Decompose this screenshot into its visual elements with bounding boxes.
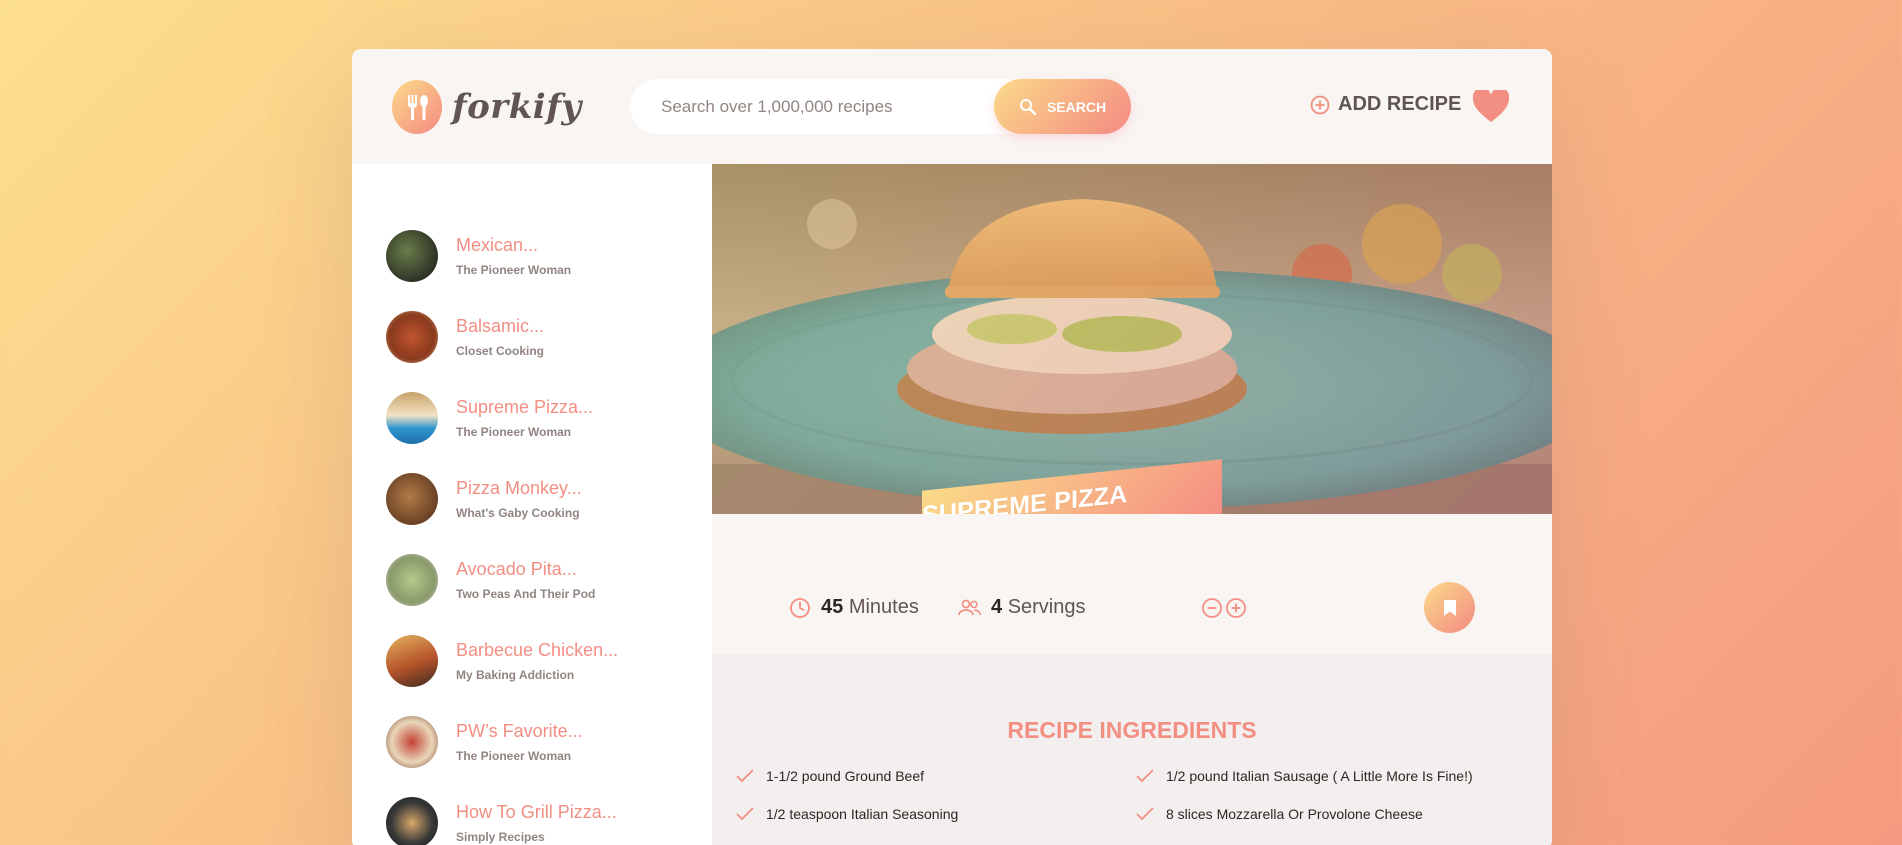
result-publisher: The Pioneer Woman	[456, 424, 572, 439]
result-title: Avocado Pita...	[456, 558, 577, 579]
add-recipe-button[interactable]: Add recipe	[1310, 93, 1461, 116]
servings-controls	[1201, 597, 1247, 619]
result-publisher: Closet Cooking	[456, 343, 545, 358]
result-thumbnail	[386, 472, 438, 525]
result-publisher: The Pioneer Woman	[456, 262, 572, 277]
result-item[interactable]: Mexican... The Pioneer Woman	[352, 215, 712, 296]
result-thumbnail	[386, 796, 438, 845]
result-item[interactable]: Avocado Pita... Two Peas And Their Pod	[352, 539, 712, 620]
result-title: How To Grill Pizza...	[456, 801, 617, 822]
check-icon	[1136, 807, 1154, 821]
result-thumbnail	[386, 229, 438, 282]
result-title: Supreme Pizza...	[456, 396, 594, 417]
result-thumbnail	[386, 715, 438, 768]
result-thumbnail	[386, 310, 438, 363]
plus-circle-icon[interactable]	[1225, 597, 1247, 619]
result-thumbnail	[386, 553, 438, 606]
bookmarks-heart-icon[interactable]	[1472, 87, 1510, 128]
result-item[interactable]: Pizza Monkey... What's Gaby Cooking	[352, 458, 712, 539]
users-icon	[958, 599, 981, 615]
recipe-details: 45 Minutes 4 Servings	[712, 514, 1552, 654]
result-publisher: The Pioneer Woman	[456, 748, 572, 763]
result-publisher: Simply Recipes	[456, 829, 545, 844]
servings-value: 4	[991, 596, 1003, 618]
ingredient-text: 1-1/2 pound Ground Beef	[766, 768, 925, 784]
search-form: Search	[630, 79, 1131, 134]
bookmark-icon	[1443, 599, 1456, 616]
result-publisher: My Baking Addiction	[456, 667, 575, 682]
ingredient-item: 8 slices Mozzarella Or Provolone Cheese	[1136, 806, 1526, 822]
result-title: Barbecue Chicken...	[456, 639, 619, 660]
recipe-servings: 4 Servings	[957, 596, 1086, 619]
check-icon	[736, 769, 754, 783]
result-publisher: What's Gaby Cooking	[456, 505, 580, 520]
ingredient-item: 1/2 pound Italian Sausage ( A Little Mor…	[1136, 768, 1526, 784]
servings-label: Servings	[1007, 596, 1086, 618]
check-icon	[736, 807, 754, 821]
recipe-figure: Supreme Pizza Burgers	[712, 164, 1552, 514]
bookmark-button[interactable]	[1424, 582, 1475, 633]
plus-circle-icon	[1310, 95, 1330, 114]
search-button-label: Search	[1046, 98, 1107, 115]
result-item[interactable]: Supreme Pizza... The Pioneer Woman	[352, 377, 712, 458]
result-title: PW’s Favorite...	[456, 720, 583, 741]
header: forkify Search Add recipe	[352, 49, 1552, 164]
recipe-ingredients: Recipe ingredients 1-1/2 pound Ground Be…	[712, 654, 1552, 845]
result-item[interactable]: Barbecue Chicken... My Baking Addiction	[352, 620, 712, 701]
result-thumbnail	[386, 391, 438, 444]
app-container: forkify Search Add recipe	[352, 49, 1552, 845]
result-title: Balsamic...	[456, 315, 545, 336]
logo-text: forkify	[452, 87, 582, 127]
check-icon	[1136, 769, 1154, 783]
search-button[interactable]: Search	[994, 79, 1131, 134]
add-recipe-label: Add recipe	[1338, 93, 1462, 115]
minus-circle-icon[interactable]	[1201, 597, 1223, 619]
recipe-time: 45 Minutes	[789, 596, 919, 619]
result-item[interactable]: PW’s Favorite... The Pioneer Woman	[352, 701, 712, 782]
logo[interactable]: forkify	[392, 80, 582, 134]
recipe-view: Supreme Pizza Burgers 45 Minutes 4 Servi…	[712, 164, 1552, 845]
result-item[interactable]: How To Grill Pizza... Simply Recipes	[352, 782, 712, 845]
ingredients-heading: Recipe ingredients	[1007, 717, 1257, 743]
ingredient-item: 1-1/2 pound Ground Beef	[736, 768, 1126, 784]
result-publisher: Two Peas And Their Pod	[456, 586, 596, 601]
photo-overlay	[712, 164, 1552, 514]
search-results: Mexican... The Pioneer Woman Balsamic...…	[352, 164, 712, 845]
minutes-label: Minutes	[848, 596, 919, 618]
minutes-value: 45	[821, 596, 844, 618]
search-icon	[1019, 98, 1037, 115]
result-item[interactable]: Balsamic... Closet Cooking	[352, 296, 712, 377]
fork-spoon-icon	[392, 80, 442, 134]
search-input[interactable]	[661, 96, 991, 117]
result-title: Mexican...	[456, 234, 539, 255]
ingredient-text: 1/2 teaspoon Italian Seasoning	[766, 806, 959, 822]
ingredient-text: 1/2 pound Italian Sausage ( A Little Mor…	[1166, 768, 1473, 784]
ingredient-item: 1/2 teaspoon Italian Seasoning	[736, 806, 1126, 822]
clock-icon	[790, 597, 810, 618]
result-thumbnail	[386, 634, 438, 687]
ingredient-text: 8 slices Mozzarella Or Provolone Cheese	[1166, 806, 1423, 822]
result-title: Pizza Monkey...	[456, 477, 582, 498]
